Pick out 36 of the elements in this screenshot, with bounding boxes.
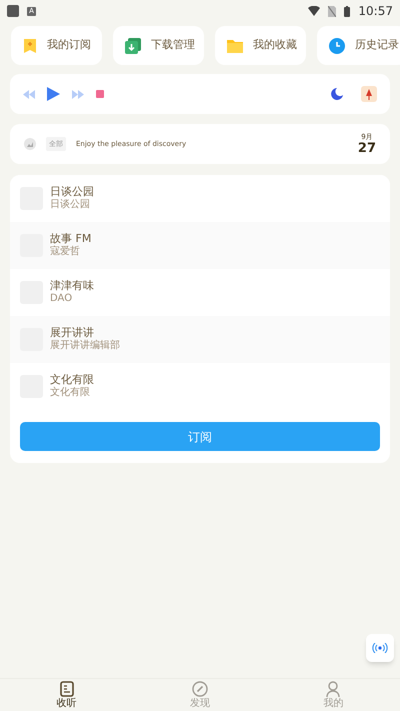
date-day: 27	[358, 142, 376, 154]
rocket-icon[interactable]	[361, 86, 377, 102]
broadcast-icon	[372, 643, 388, 653]
broadcast-button[interactable]	[366, 634, 394, 662]
shortcut-card[interactable]: 历史记录	[317, 26, 400, 65]
channel-title: 文化有限	[50, 373, 94, 386]
image-placeholder-icon	[24, 138, 36, 150]
bookmark-icon	[23, 38, 37, 54]
channel-title: 展开讲讲	[50, 326, 95, 340]
channel-title: 日谈公园	[50, 185, 94, 199]
shortcut-card[interactable]: 我的订阅	[11, 26, 102, 65]
channel-row[interactable]: 展开讲讲 展开讲讲编辑部	[10, 316, 390, 363]
folder-icon	[227, 38, 243, 52]
clock-icon	[329, 38, 345, 54]
channel-subtitle: 寇爱哲	[50, 246, 81, 259]
channel-subtitle: 展开讲讲编辑部	[50, 340, 120, 353]
channel-title: 故事 FM	[50, 232, 92, 246]
shortcut-card[interactable]: 我的收藏	[215, 26, 306, 65]
app-icon	[7, 5, 19, 17]
battery-icon	[344, 6, 350, 16]
channel-row[interactable]: 故事 FM 寇爱哲	[10, 222, 390, 269]
notebook-icon	[60, 681, 74, 697]
status-time: 10:57	[358, 3, 393, 20]
shortcut-card[interactable]: 下载管理	[113, 26, 204, 65]
channel-subtitle: 文化有限	[50, 387, 91, 400]
no-sim-icon	[328, 6, 336, 16]
download-icon	[125, 38, 141, 54]
wifi-icon	[308, 6, 320, 16]
channel-subtitle: 日谈公园	[50, 199, 91, 212]
moon-icon[interactable]	[331, 88, 343, 100]
play-icon[interactable]	[47, 87, 60, 101]
nav-tab[interactable]: 收听	[0, 679, 134, 711]
compass-icon	[192, 681, 208, 697]
channel-title: 津津有味	[50, 279, 94, 294]
person-icon	[326, 681, 340, 697]
channel-subtitle: DAO	[50, 293, 74, 306]
